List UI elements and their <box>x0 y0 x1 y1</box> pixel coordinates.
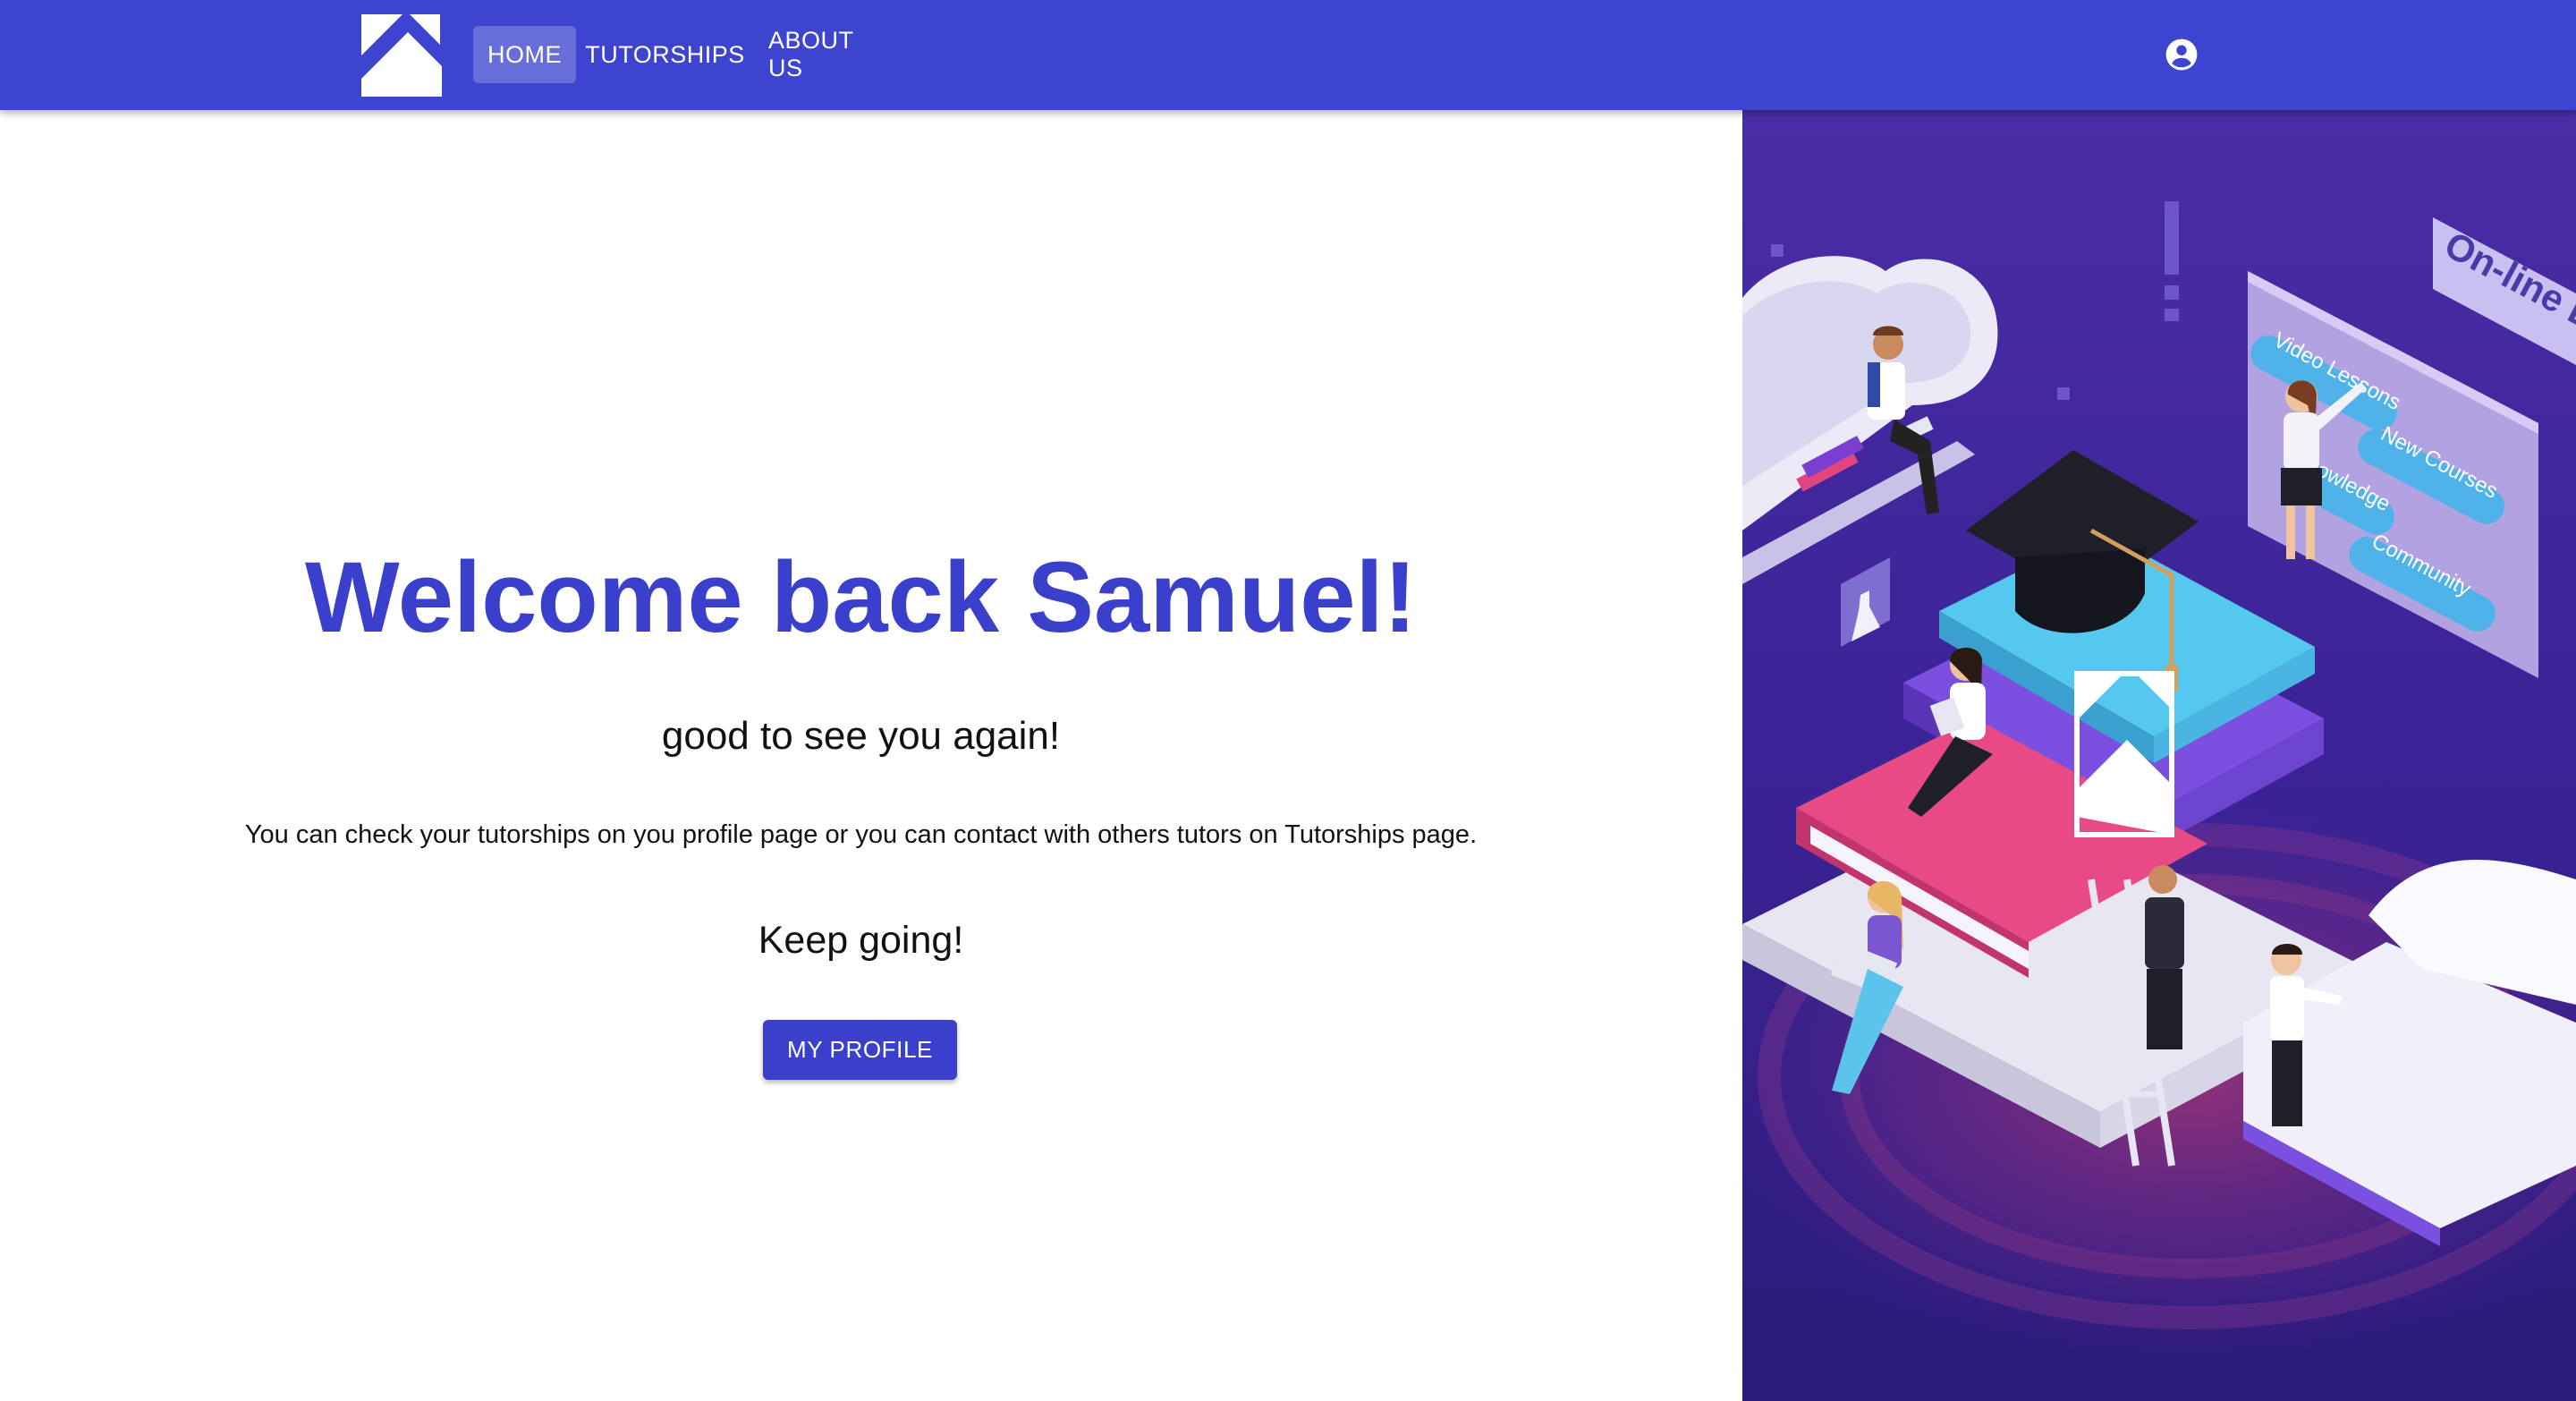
online-education-illustration: Video Lessons New Courses owledge Commun… <box>1742 110 2576 1401</box>
my-profile-button[interactable]: MY PROFILE <box>763 1020 957 1080</box>
keep-going-text: Keep going! <box>758 919 964 962</box>
welcome-message: You can check your tutorships on you pro… <box>244 820 1478 849</box>
nav-home-tab[interactable]: HOME <box>473 26 576 83</box>
nav-about-us-label: ABOUT US <box>768 27 854 81</box>
top-app-bar: HOME TUTORSHIPS ABOUT US <box>0 0 2576 110</box>
account-circle-icon <box>2165 38 2198 71</box>
account-button[interactable] <box>2163 36 2200 73</box>
nav-tutorships-label: TUTORSHIPS <box>585 40 745 68</box>
welcome-subtitle: good to see you again! <box>661 714 1061 758</box>
nav-home-label: HOME <box>487 40 562 68</box>
welcome-title: Welcome back Samuel! <box>305 541 1417 653</box>
nav-tutorships-tab[interactable]: TUTORSHIPS <box>576 26 754 83</box>
brand-logo-icon[interactable] <box>361 14 442 97</box>
nav-about-us-tab[interactable]: ABOUT US <box>754 26 896 83</box>
welcome-section: Welcome back Samuel! good to see you aga… <box>0 110 1742 1401</box>
